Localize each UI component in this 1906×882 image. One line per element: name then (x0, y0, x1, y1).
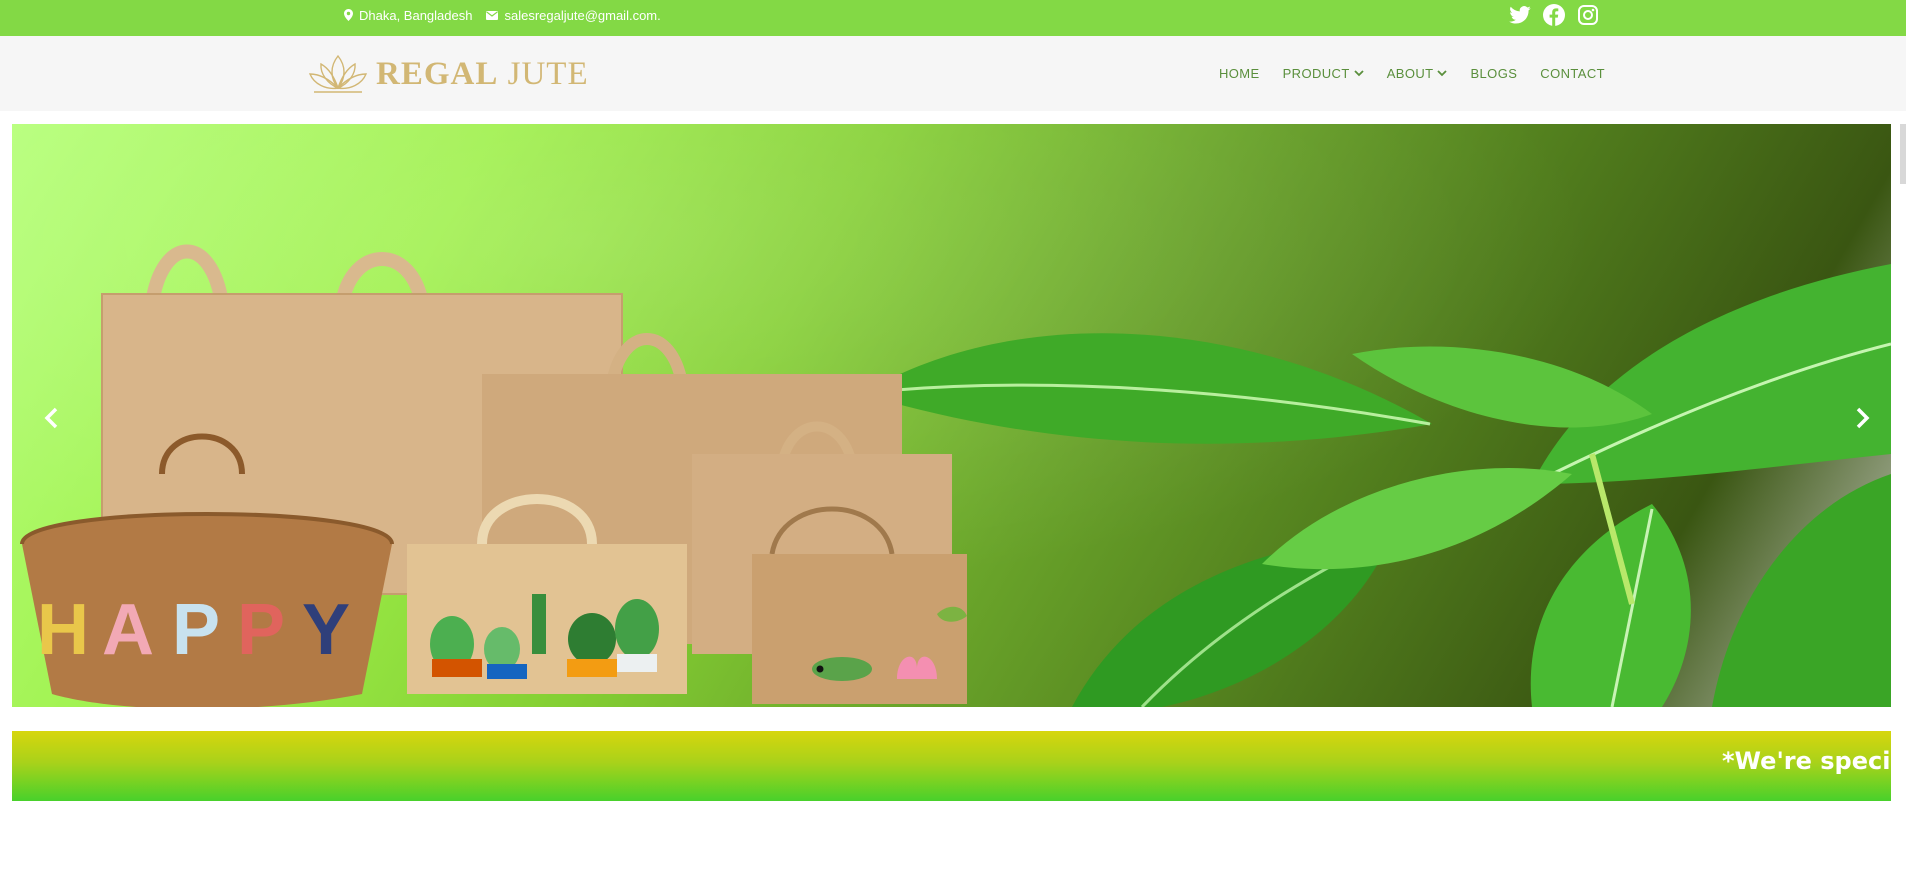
email-item[interactable]: salesregaljute@gmail.com. (486, 8, 661, 23)
site-logo[interactable]: REGAL JUTE (308, 50, 589, 98)
nav-blogs[interactable]: BLOGS (1470, 66, 1517, 81)
envelope-icon (486, 10, 499, 20)
instagram-icon[interactable] (1576, 3, 1600, 27)
site-header: REGAL JUTE HOME PRODUCT ABOUT BLOGS CONT… (0, 36, 1906, 111)
nav-blogs-label: BLOGS (1470, 66, 1518, 81)
main-nav: HOME PRODUCT ABOUT BLOGS CONTACT (1219, 36, 1605, 111)
chevron-left-icon (44, 407, 58, 429)
location-item: Dhaka, Bangladesh (344, 8, 472, 23)
leaves-illustration (862, 264, 1891, 707)
nav-product[interactable]: PRODUCT (1283, 66, 1364, 81)
logo-word-light: JUTE (507, 55, 589, 92)
chevron-right-icon (1856, 407, 1870, 429)
nav-contact[interactable]: CONTACT (1540, 66, 1605, 81)
nav-about-label: ABOUT (1386, 66, 1434, 81)
nav-about[interactable]: ABOUT (1387, 66, 1448, 81)
hero-slider[interactable]: H A P P Y (12, 124, 1891, 707)
hero-slide-image: H A P P Y (20, 244, 1891, 707)
nav-home[interactable]: HOME (1219, 66, 1260, 81)
social-links (1508, 3, 1600, 27)
svg-text:H: H (37, 590, 89, 670)
slider-prev-button[interactable] (36, 403, 66, 433)
location-text: Dhaka, Bangladesh (359, 7, 473, 23)
email-link[interactable]: salesregaljute@gmail.com. (504, 8, 660, 23)
svg-text:Y: Y (302, 590, 350, 670)
twitter-icon[interactable] (1508, 3, 1532, 27)
nav-product-label: PRODUCT (1282, 66, 1350, 81)
marquee-text: *We're speciali (1722, 747, 1891, 775)
chevron-down-icon (1437, 70, 1448, 77)
page-scrollbar[interactable] (1900, 124, 1906, 184)
map-pin-icon (344, 9, 353, 21)
facebook-icon[interactable] (1542, 3, 1566, 27)
nav-home-label: HOME (1219, 66, 1260, 81)
svg-text:A: A (102, 590, 154, 670)
svg-text:P: P (172, 590, 220, 670)
chevron-down-icon (1354, 70, 1364, 77)
lotus-logo-icon (308, 54, 368, 93)
logo-word-bold: REGAL (376, 55, 499, 92)
top-info-bar: Dhaka, Bangladesh salesregaljute@gmail.c… (0, 0, 1906, 36)
logo-wordmark: REGAL JUTE (376, 55, 589, 92)
contact-info: Dhaka, Bangladesh salesregaljute@gmail.c… (344, 0, 661, 30)
nav-contact-label: CONTACT (1540, 66, 1605, 81)
slider-next-button[interactable] (1848, 403, 1878, 433)
marquee-banner: *We're speciali (12, 731, 1891, 801)
svg-text:P: P (237, 590, 285, 670)
